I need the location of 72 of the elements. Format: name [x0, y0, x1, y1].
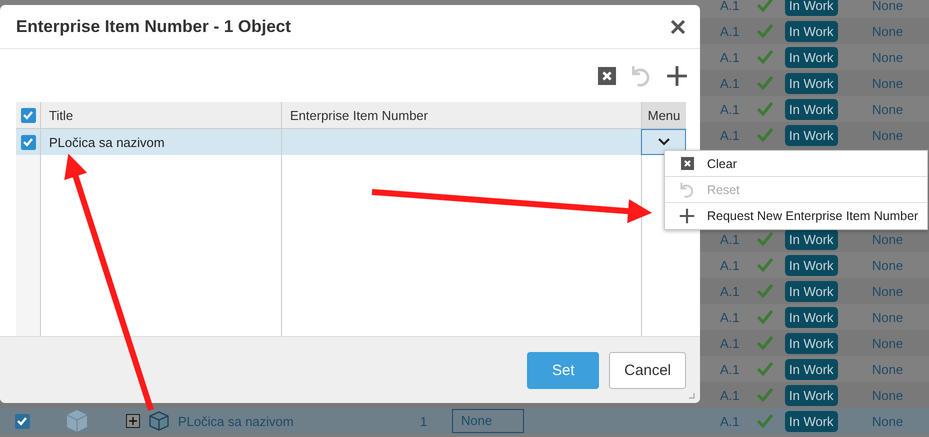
- quantity-text: 1: [420, 414, 428, 428]
- revision-text: A.1: [720, 388, 740, 402]
- chevron-down-icon: [658, 138, 670, 146]
- effectivity-text: None: [872, 362, 904, 376]
- status-badge: In Work: [785, 306, 838, 328]
- cancel-button[interactable]: Cancel: [609, 352, 686, 388]
- revision-text: A.1: [720, 76, 740, 90]
- item-link[interactable]: PLočica sa nazivom: [178, 414, 294, 428]
- menu-dropdown-button[interactable]: [641, 129, 686, 155]
- checkbox[interactable]: [20, 134, 36, 150]
- status-badge: In Work: [785, 0, 838, 16]
- column-header: Enterprise Item Number: [290, 108, 428, 122]
- status-badge: In Work: [785, 332, 838, 354]
- plus-icon: [666, 64, 688, 86]
- ein-field[interactable]: None: [452, 409, 524, 433]
- revision-text: A.1: [720, 24, 740, 38]
- status-badge: In Work: [785, 72, 838, 94]
- effectivity-text: None: [872, 50, 904, 64]
- menu-item[interactable]: Request New Enterprise Item Number: [665, 203, 927, 229]
- status-badge: In Work: [785, 280, 838, 302]
- status-badge: In Work: [785, 228, 838, 250]
- clear-icon: [680, 157, 694, 170]
- effectivity-text: None: [872, 414, 904, 428]
- column-header: Menu: [648, 108, 680, 122]
- revision-text: A.1: [720, 414, 740, 428]
- toolbar-button[interactable]: [666, 64, 688, 86]
- revision-text: A.1: [720, 336, 740, 350]
- revision-text: A.1: [720, 128, 740, 142]
- revision-text: A.1: [720, 258, 740, 272]
- close-button[interactable]: [670, 18, 686, 34]
- status-badge: In Work: [785, 384, 838, 406]
- clear-icon: [598, 66, 616, 84]
- revision-text: A.1: [720, 102, 740, 116]
- status-badge: In Work: [785, 46, 838, 68]
- expand-icon[interactable]: [126, 414, 140, 428]
- toolbar-button[interactable]: [598, 66, 616, 84]
- table-cell: PLočica sa nazivom: [49, 134, 165, 150]
- column-header: Title: [49, 108, 74, 122]
- revision-text: A.1: [720, 50, 740, 64]
- dialog-title: Enterprise Item Number - 1 Object: [16, 16, 291, 36]
- cube-thumbnail-icon: [65, 408, 89, 434]
- effectivity-text: None: [872, 310, 904, 324]
- effectivity-text: None: [872, 284, 904, 298]
- set-button[interactable]: Set: [527, 352, 600, 388]
- effectivity-text: None: [872, 0, 904, 12]
- effectivity-text: None: [872, 128, 904, 142]
- cube-icon: [148, 410, 170, 432]
- status-badge: In Work: [785, 124, 838, 146]
- revision-text: A.1: [720, 310, 740, 324]
- checkbox[interactable]: [20, 108, 36, 122]
- status-badge: In Work: [785, 98, 838, 120]
- status-badge: In Work: [785, 358, 838, 380]
- menu-item[interactable]: Clear: [665, 151, 927, 177]
- checkbox[interactable]: [14, 414, 30, 428]
- effectivity-text: None: [872, 102, 904, 116]
- plus-icon: [679, 208, 695, 224]
- status-badge: In Work: [785, 410, 838, 432]
- effectivity-text: None: [872, 258, 904, 272]
- status-badge: In Work: [785, 20, 838, 42]
- undo-icon: [679, 182, 695, 198]
- effectivity-text: None: [872, 336, 904, 350]
- resize-grip-icon[interactable]: [689, 393, 695, 399]
- revision-text: A.1: [720, 362, 740, 376]
- effectivity-text: None: [872, 388, 904, 402]
- revision-text: A.1: [720, 284, 740, 298]
- effectivity-text: None: [872, 232, 904, 246]
- status-badge: In Work: [785, 254, 838, 276]
- effectivity-text: None: [872, 24, 904, 38]
- undo-icon: [630, 64, 652, 86]
- effectivity-text: None: [872, 76, 904, 90]
- revision-text: A.1: [720, 232, 740, 246]
- revision-text: A.1: [720, 0, 740, 12]
